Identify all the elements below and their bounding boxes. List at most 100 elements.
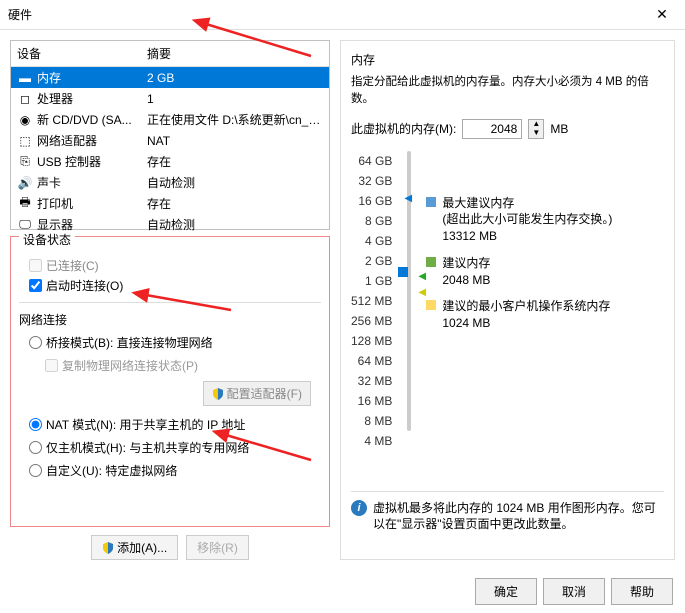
- bridge-label: 桥接模式(B): 直接连接物理网络: [46, 334, 213, 351]
- connect-on-start-checkbox[interactable]: [29, 279, 42, 292]
- tick-label: 1 GB: [351, 271, 392, 291]
- table-row[interactable]: ⬚ 网络适配器NAT: [11, 130, 329, 151]
- connected-checkbox: [29, 259, 42, 272]
- hostonly-label: 仅主机模式(H): 与主机共享的专用网络: [46, 439, 249, 456]
- connected-label: 已连接(C): [46, 257, 99, 274]
- display-icon: 🖵: [17, 218, 33, 232]
- usb-icon: ⎘: [17, 155, 33, 169]
- shield-icon: [102, 542, 114, 554]
- green-square-icon: [426, 257, 436, 267]
- device-summary: 自动检测: [147, 174, 323, 191]
- device-name: 打印机: [37, 195, 147, 212]
- legend-max-title: 最大建议内存: [442, 195, 612, 212]
- tick-label: 4 MB: [351, 431, 392, 451]
- replicate-checkbox: [45, 359, 58, 372]
- bridge-radio[interactable]: [29, 336, 42, 349]
- legend-rec-title: 建议内存: [442, 255, 490, 272]
- replicate-row: 复制物理网络连接状态(P): [45, 357, 311, 374]
- legend-max-desc: (超出此大小可能发生内存交换。): [442, 211, 612, 228]
- table-row[interactable]: ◻处理器1: [11, 88, 329, 109]
- hostonly-radio[interactable]: [29, 441, 42, 454]
- tick-label: 64 GB: [351, 151, 392, 171]
- hostonly-radio-row[interactable]: 仅主机模式(H): 与主机共享的专用网络: [29, 439, 311, 456]
- connect-on-start-label: 启动时连接(O): [46, 277, 123, 294]
- custom-radio[interactable]: [29, 464, 42, 477]
- tick-label: 4 GB: [351, 231, 392, 251]
- tick-label: 16 MB: [351, 391, 392, 411]
- nat-radio[interactable]: [29, 418, 42, 431]
- yellow-square-icon: [426, 300, 436, 310]
- tick-label: 64 MB: [351, 351, 392, 371]
- memory-desc: 指定分配给此虚拟机的内存量。内存大小必须为 4 MB 的倍数。: [351, 74, 664, 109]
- tick-label: 16 GB: [351, 191, 392, 211]
- device-status-box: 设备状态 已连接(C) 启动时连接(O) 网络连接 桥接模式(B): 直接连接物…: [10, 236, 330, 527]
- remove-button: 移除(R): [186, 535, 249, 560]
- add-button[interactable]: 添加(A)...: [91, 535, 178, 560]
- table-row[interactable]: ▬ 内存2 GB: [11, 67, 329, 88]
- custom-label: 自定义(U): 特定虚拟网络: [46, 462, 177, 479]
- device-name: 声卡: [37, 174, 147, 191]
- net-icon: ⬚: [17, 134, 33, 148]
- device-name: 网络适配器: [37, 132, 147, 149]
- rec-marker-icon: ◀: [418, 271, 426, 282]
- table-row[interactable]: 🖶打印机存在: [11, 193, 329, 214]
- config-adapter-button: 配置适配器(F): [203, 381, 311, 406]
- tick-label: 512 MB: [351, 291, 392, 311]
- memory-spinner[interactable]: ▲▼: [528, 119, 544, 139]
- tick-label: 32 GB: [351, 171, 392, 191]
- cancel-button[interactable]: 取消: [543, 578, 605, 605]
- col-summary-header: 摘要: [147, 45, 323, 62]
- tick-label: 2 GB: [351, 251, 392, 271]
- device-summary: 1: [147, 92, 323, 106]
- bridge-radio-row[interactable]: 桥接模式(B): 直接连接物理网络: [29, 334, 311, 351]
- tick-label: 8 GB: [351, 211, 392, 231]
- device-name: USB 控制器: [37, 153, 147, 170]
- tick-label: 32 MB: [351, 371, 392, 391]
- memory-note: 虚拟机最多将此内存的 1024 MB 用作图形内存。您可以在"显示器"设置页面中…: [373, 500, 664, 534]
- legend-rec-val: 2048 MB: [442, 272, 490, 289]
- nat-radio-row[interactable]: NAT 模式(N): 用于共享主机的 IP 地址: [29, 416, 311, 433]
- slider-thumb-icon[interactable]: [398, 267, 408, 277]
- blue-square-icon: [426, 197, 436, 207]
- replicate-label: 复制物理网络连接状态(P): [62, 357, 198, 374]
- table-row[interactable]: 🔊 声卡自动检测: [11, 172, 329, 193]
- tick-label: 8 MB: [351, 411, 392, 431]
- memory-label: 此虚拟机的内存(M):: [351, 120, 456, 137]
- memory-slider[interactable]: ◀ ◀ ◀: [400, 151, 418, 431]
- min-marker-icon: ◀: [418, 287, 426, 298]
- memory-tick-labels: 64 GB32 GB16 GB8 GB4 GB2 GB1 GB512 MB256…: [351, 151, 392, 451]
- help-button[interactable]: 帮助: [611, 578, 673, 605]
- close-icon[interactable]: ✕: [647, 6, 677, 23]
- ok-button[interactable]: 确定: [475, 578, 537, 605]
- max-marker-icon: ◀: [404, 193, 412, 204]
- legend-min-val: 1024 MB: [442, 315, 610, 332]
- custom-radio-row[interactable]: 自定义(U): 特定虚拟网络: [29, 462, 311, 479]
- sound-icon: 🔊: [17, 176, 33, 190]
- memory-unit: MB: [550, 122, 568, 136]
- device-table: 设备 摘要 ▬ 内存2 GB ◻处理器1 ◉ 新 CD/DVD (SA...正在使用文件…: [10, 40, 330, 230]
- col-device-header: 设备: [17, 45, 147, 62]
- device-name: 新 CD/DVD (SA...: [37, 111, 147, 128]
- table-row[interactable]: ⎘ USB 控制器存在: [11, 151, 329, 172]
- legend-min-title: 建议的最小客户机操作系统内存: [442, 298, 610, 315]
- cd-icon: ◉: [17, 113, 33, 127]
- device-name: 内存: [37, 69, 147, 86]
- tick-label: 128 MB: [351, 331, 392, 351]
- info-icon: i: [351, 500, 367, 516]
- memory-icon: ▬: [17, 71, 33, 85]
- device-summary: 2 GB: [147, 71, 323, 85]
- device-summary: 自动检测: [147, 216, 323, 233]
- device-name: 处理器: [37, 90, 147, 107]
- memory-title: 内存: [351, 51, 664, 68]
- device-summary: 正在使用文件 D:\系统更新\cn_wi...: [147, 111, 323, 128]
- memory-input[interactable]: [462, 119, 522, 139]
- connect-on-start-row[interactable]: 启动时连接(O): [29, 277, 311, 294]
- device-summary: 存在: [147, 153, 323, 170]
- connected-checkbox-row: 已连接(C): [29, 257, 311, 274]
- status-title: 设备状态: [19, 231, 75, 248]
- device-summary: NAT: [147, 134, 323, 148]
- table-row[interactable]: ◉ 新 CD/DVD (SA...正在使用文件 D:\系统更新\cn_wi...: [11, 109, 329, 130]
- printer-icon: 🖶: [17, 197, 33, 211]
- shield-icon: [212, 388, 224, 400]
- tick-label: 256 MB: [351, 311, 392, 331]
